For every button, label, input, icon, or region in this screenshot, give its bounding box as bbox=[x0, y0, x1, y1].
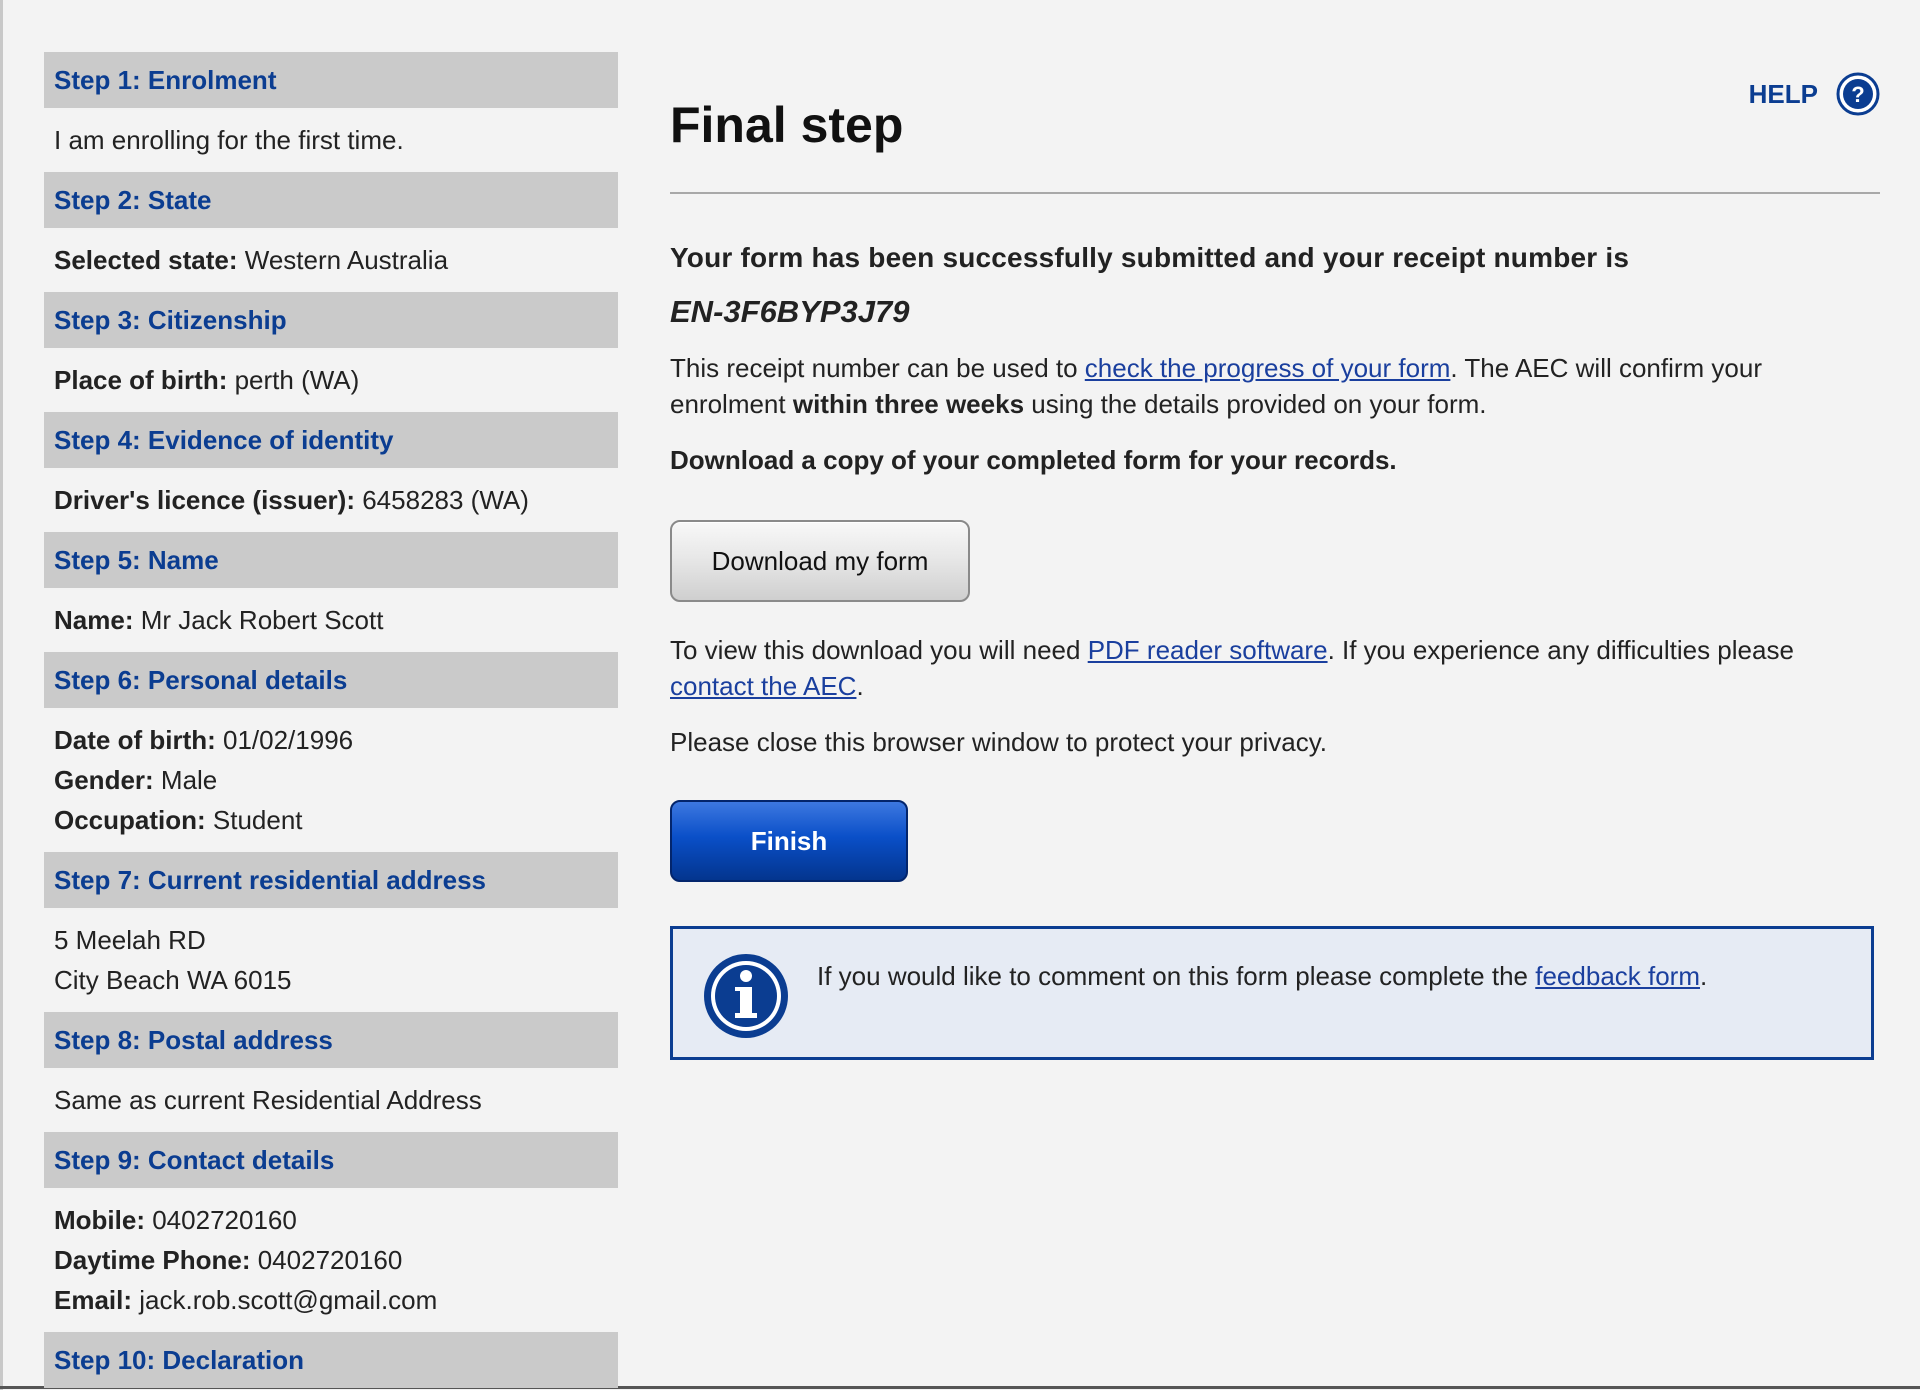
page-title: Final step bbox=[670, 97, 904, 153]
summary-value: jack.rob.scott@gmail.com bbox=[132, 1285, 438, 1315]
summary-value: 5 Meelah RD bbox=[54, 925, 206, 955]
step-header-1: Step 1: Enrolment bbox=[44, 52, 618, 108]
step-header-5: Step 5: Name bbox=[44, 532, 618, 588]
page-left-border bbox=[0, 0, 3, 1390]
check-progress-link[interactable]: check the progress of your form bbox=[1085, 353, 1451, 383]
summary-label: Email: bbox=[54, 1285, 133, 1315]
summary-label: Selected state: bbox=[54, 245, 238, 275]
step-summary-9: Mobile: 0402720160 Daytime Phone: 0402720… bbox=[44, 1188, 618, 1332]
summary-value: 0402720160 bbox=[145, 1205, 297, 1235]
step-summary-2: Selected state: Western Australia bbox=[44, 228, 618, 292]
step-summary-5: Name: Mr Jack Robert Scott bbox=[44, 588, 618, 652]
receipt-number: EN-3F6BYP3J79 bbox=[670, 294, 910, 329]
summary-line: Mobile: 0402720160 bbox=[54, 1200, 608, 1240]
summary-line: Occupation: Student bbox=[54, 800, 608, 840]
pdf-info-text: . bbox=[856, 671, 864, 701]
steps-sidebar: Step 1: Enrolment I am enrolling for the … bbox=[44, 52, 618, 1388]
receipt-info-emphasis: within three weeks bbox=[792, 389, 1025, 419]
step-summary-6: Date of birth: 01/02/1996 Gender: Male Occ… bbox=[44, 708, 618, 852]
step-header-8: Step 8: Postal address bbox=[44, 1012, 618, 1068]
receipt-info-text: This receipt number can be used to bbox=[670, 353, 1085, 383]
summary-value: 6458283 (WA) bbox=[355, 485, 529, 515]
step-summary-4: Driver's licence (issuer): 6458283 (WA) bbox=[44, 468, 618, 532]
summary-line: City Beach WA 6015 bbox=[54, 960, 608, 1000]
download-form-button[interactable]: Download my form bbox=[670, 520, 970, 602]
success-message: Your form has been successfully submitte… bbox=[670, 242, 1630, 273]
step-header-9: Step 9: Contact details bbox=[44, 1132, 618, 1188]
summary-value: City Beach WA 6015 bbox=[54, 965, 292, 995]
summary-line: I am enrolling for the first time. bbox=[54, 120, 608, 160]
summary-label: Mobile: bbox=[54, 1205, 145, 1235]
summary-line: Selected state: Western Australia bbox=[54, 240, 608, 280]
main-content: Final step Your form has been successful… bbox=[670, 60, 1880, 1060]
summary-line: Daytime Phone: 0402720160 bbox=[54, 1240, 608, 1280]
feedback-text: If you would like to comment on this for… bbox=[817, 961, 1707, 992]
feedback-info-box: If you would like to comment on this for… bbox=[670, 926, 1874, 1060]
pdf-info: To view this download you will need PDF … bbox=[670, 632, 1880, 704]
summary-value: Western Australia bbox=[237, 245, 449, 275]
summary-label: Gender: bbox=[54, 765, 154, 795]
finish-button[interactable]: Finish bbox=[670, 800, 908, 882]
step-summary-3: Place of birth: perth (WA) bbox=[44, 348, 618, 412]
summary-line: Date of birth: 01/02/1996 bbox=[54, 720, 608, 760]
pdf-info-text: . If you experience any difficulties ple… bbox=[1327, 635, 1794, 665]
feedback-form-link[interactable]: feedback form bbox=[1535, 961, 1700, 991]
step-header-4: Step 4: Evidence of identity bbox=[44, 412, 618, 468]
step-summary-1: I am enrolling for the first time. bbox=[44, 108, 618, 172]
summary-line: Name: Mr Jack Robert Scott bbox=[54, 600, 608, 640]
step-header-10: Step 10: Declaration bbox=[44, 1332, 618, 1388]
summary-value: Student bbox=[205, 805, 303, 835]
summary-label: Name: bbox=[54, 605, 134, 635]
step-summary-7: 5 Meelah RD City Beach WA 6015 bbox=[44, 908, 618, 1012]
receipt-info-text: using the details provided on your form. bbox=[1024, 389, 1487, 419]
step-header-6: Step 6: Personal details bbox=[44, 652, 618, 708]
summary-label: Occupation: bbox=[54, 805, 206, 835]
title-divider bbox=[670, 192, 1880, 194]
summary-label: Date of birth: bbox=[54, 725, 216, 755]
summary-line: Email: jack.rob.scott@gmail.com bbox=[54, 1280, 608, 1320]
summary-value: perth (WA) bbox=[227, 365, 360, 395]
summary-value: I am enrolling for the first time. bbox=[54, 125, 404, 155]
feedback-text-suffix: . bbox=[1700, 961, 1708, 991]
privacy-note: Please close this browser window to prot… bbox=[670, 727, 1328, 757]
summary-label: Daytime Phone: bbox=[54, 1245, 251, 1275]
summary-line: Driver's licence (issuer): 6458283 (WA) bbox=[54, 480, 608, 520]
step-header-2: Step 2: State bbox=[44, 172, 618, 228]
summary-value: Mr Jack Robert Scott bbox=[133, 605, 384, 635]
summary-value: 01/02/1996 bbox=[215, 725, 354, 755]
step-header-3: Step 3: Citizenship bbox=[44, 292, 618, 348]
step-header-7: Step 7: Current residential address bbox=[44, 852, 618, 908]
summary-label: Place of birth: bbox=[54, 365, 228, 395]
pdf-reader-link[interactable]: PDF reader software bbox=[1088, 635, 1328, 665]
download-prompt: Download a copy of your completed form f… bbox=[670, 445, 1397, 475]
summary-line: 5 Meelah RD bbox=[54, 920, 608, 960]
summary-label: Driver's licence (issuer): bbox=[54, 485, 355, 515]
feedback-text-prefix: If you would like to comment on this for… bbox=[817, 961, 1536, 991]
info-icon bbox=[704, 954, 788, 1038]
summary-value: 0402720160 bbox=[250, 1245, 403, 1275]
receipt-info: This receipt number can be used to check… bbox=[670, 350, 1880, 422]
summary-line: Place of birth: perth (WA) bbox=[54, 360, 608, 400]
summary-line: Gender: Male bbox=[54, 760, 608, 800]
summary-value: Same as current Residential Address bbox=[54, 1085, 482, 1115]
summary-value: Male bbox=[153, 765, 218, 795]
summary-line: Same as current Residential Address bbox=[54, 1080, 608, 1120]
pdf-info-text: To view this download you will need bbox=[670, 635, 1088, 665]
step-summary-8: Same as current Residential Address bbox=[44, 1068, 618, 1132]
contact-aec-link[interactable]: contact the AEC bbox=[670, 671, 856, 701]
